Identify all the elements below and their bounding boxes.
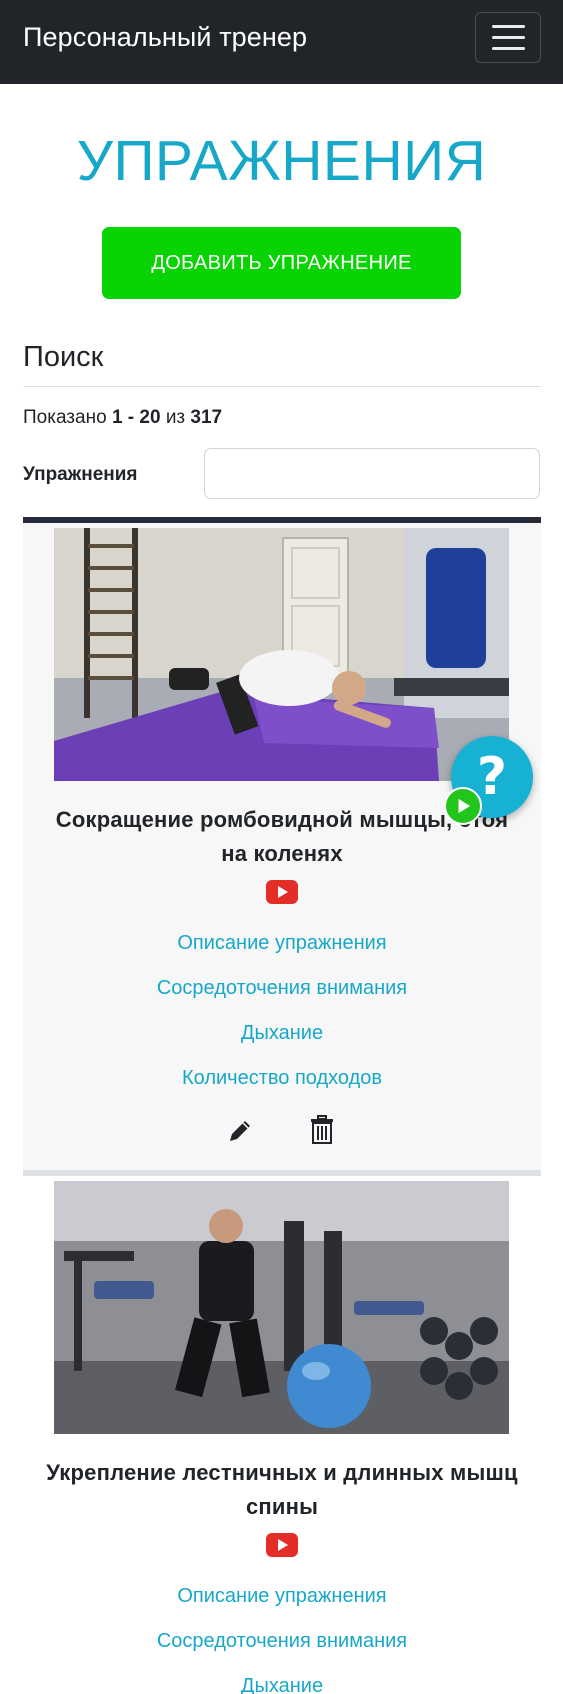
breathing-link[interactable]: Дыхание — [23, 1011, 541, 1056]
youtube-icon[interactable] — [266, 1533, 298, 1557]
exercise-filter-label: Упражнения — [23, 464, 138, 485]
youtube-icon[interactable] — [266, 880, 298, 904]
description-link[interactable]: Описание упражнения — [23, 921, 541, 966]
focus-link[interactable]: Сосредоточения внимания — [23, 1619, 541, 1664]
sets-link[interactable]: Количество подходов — [23, 1056, 541, 1101]
menu-toggle-button[interactable] — [475, 12, 541, 63]
pencil-icon[interactable] — [226, 1117, 254, 1145]
exercise-thumbnail[interactable] — [54, 1181, 509, 1434]
exercise-title: Укрепление лестничных и длинных мышц спи… — [46, 1460, 518, 1519]
play-icon[interactable] — [444, 787, 482, 825]
results-total: 317 — [190, 407, 223, 428]
divider — [23, 386, 541, 387]
focus-link[interactable]: Сосредоточения внимания — [23, 966, 541, 1011]
brand-title[interactable]: Персональный тренер — [23, 22, 307, 53]
page-title: УПРАЖНЕНИЯ — [76, 129, 487, 193]
exercise-filter-input[interactable] — [204, 448, 540, 499]
exercise-card: Укрепление лестничных и длинных мышц спи… — [23, 1170, 541, 1694]
top-navbar: Персональный тренер — [0, 0, 563, 84]
add-exercise-button[interactable]: ДОБАВИТЬ УПРАЖНЕНИЕ — [102, 227, 461, 299]
card-actions — [23, 1113, 541, 1153]
breathing-link[interactable]: Дыхание — [23, 1664, 541, 1694]
trash-icon[interactable] — [310, 1115, 334, 1145]
results-range: 1 - 20 — [111, 407, 161, 428]
results-of: из — [165, 407, 186, 428]
results-count: Показано 1 - 20 из 317 — [23, 407, 222, 429]
exercise-card: Сокращение ромбовидной мышцы, стоя на ко… — [23, 517, 541, 1170]
results-prefix: Показано — [23, 407, 107, 428]
description-link[interactable]: Описание упражнения — [23, 1574, 541, 1619]
exercise-links: Описание упражнения Сосредоточения внима… — [23, 921, 541, 1101]
exercise-thumbnail[interactable] — [54, 528, 509, 781]
exercise-links: Описание упражнения Сосредоточения внима… — [23, 1574, 541, 1694]
search-heading: Поиск — [23, 341, 104, 373]
